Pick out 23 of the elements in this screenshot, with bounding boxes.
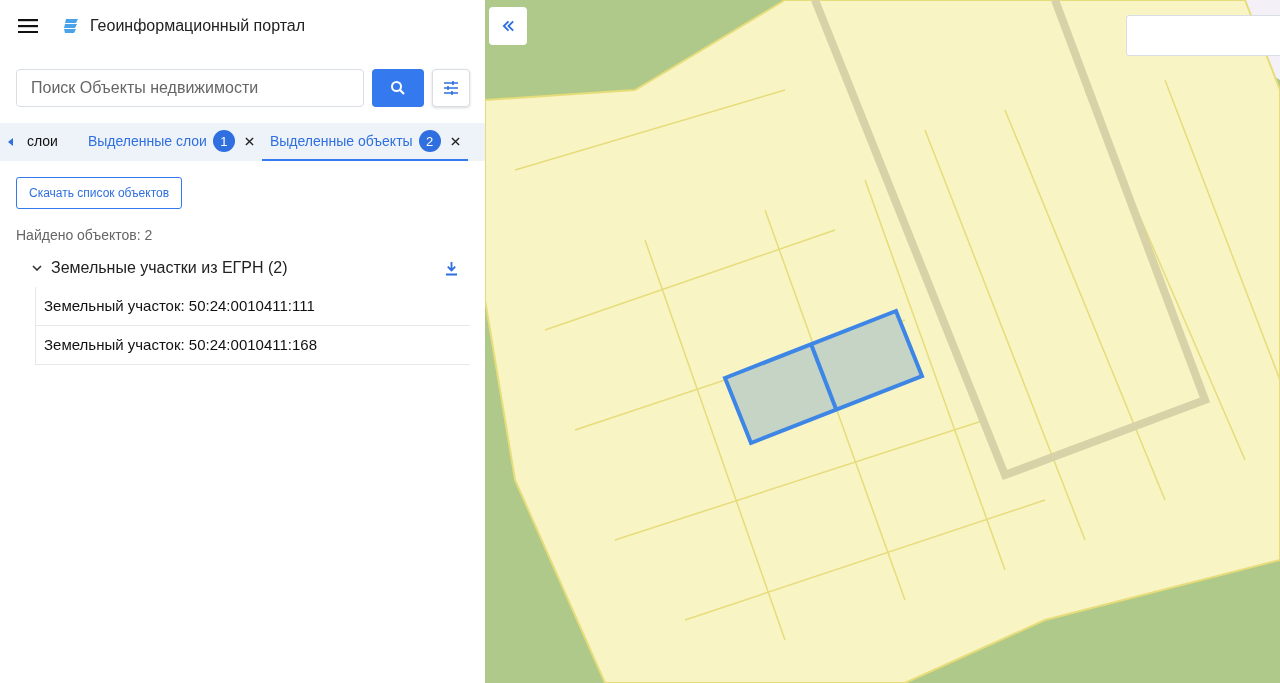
tab[interactable]: Выделенные объекты 2 [261, 123, 468, 161]
app-title: Геоинформационный портал [90, 17, 306, 35]
tab[interactable]: Выделенные слои 1 [79, 123, 262, 161]
chevron-icon[interactable] [32, 265, 42, 271]
logo-icon [62, 17, 80, 35]
download-list-button[interactable]: Скачать список объектов [16, 177, 183, 209]
found-count: Найдено объектов: 2 [16, 227, 154, 243]
sliders-icon [443, 80, 459, 96]
group-title[interactable]: Земельные участки из ЕГРН (2) [51, 259, 445, 277]
tab[interactable]: слои [27, 123, 80, 161]
parcel-item[interactable]: Земельный участок: 50:24:0010411:168 [36, 326, 470, 365]
search-field[interactable]: Поиск Объекты недвижимости [16, 69, 364, 107]
double-chevron-icon [501, 20, 515, 32]
download-icon[interactable] [445, 260, 458, 276]
menu-icon[interactable] [18, 19, 38, 33]
parcel-item[interactable]: Земельный участок: 50:24:0010411:111 [36, 287, 470, 326]
search-button[interactable] [372, 69, 424, 107]
scroll-left-icon[interactable] [8, 138, 13, 146]
filter-button[interactable] [432, 69, 470, 107]
collapse-panel-button[interactable] [489, 7, 527, 45]
search-icon [390, 80, 406, 96]
close-icon[interactable] [450, 136, 460, 146]
close-icon[interactable] [244, 136, 254, 146]
